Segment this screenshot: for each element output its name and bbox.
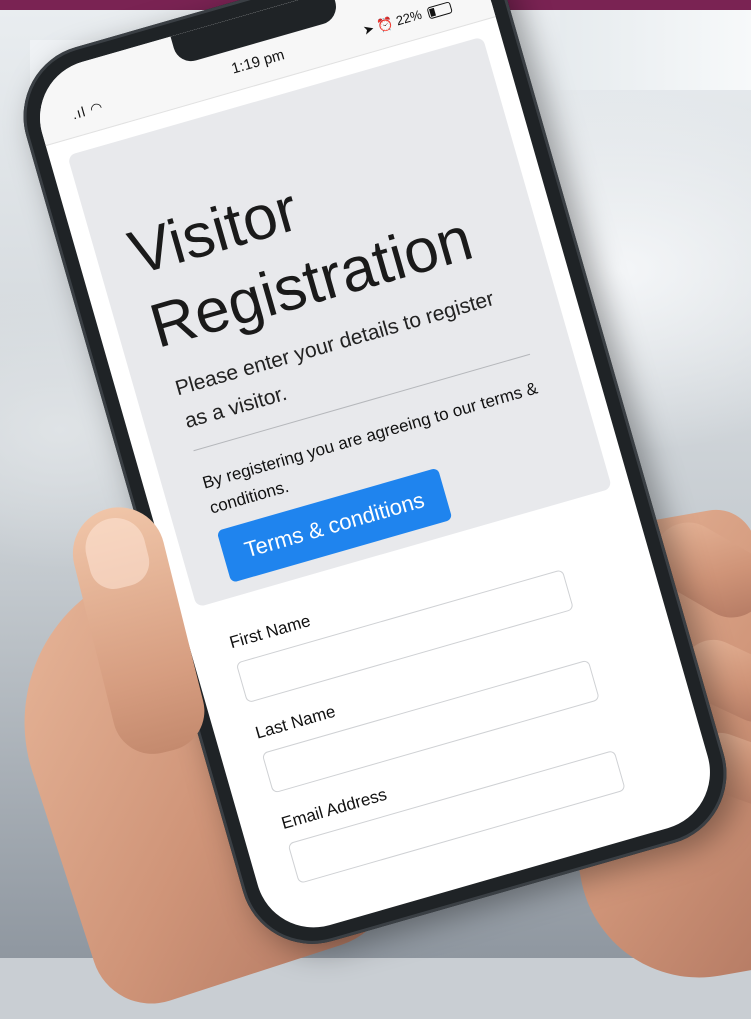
wifi-icon: ◠ [88,98,106,118]
battery-percent: 22% [394,6,424,29]
status-right: ➤ ⏰ 22% [361,0,453,39]
battery-icon [426,0,453,19]
alarm-icon: ⏰ [375,14,395,34]
signal-wifi-indicator: .ıl ◠ [70,98,105,123]
thumb-nail [79,511,155,595]
location-icon: ➤ [361,20,376,38]
background-window [560,10,751,90]
status-time: 1:19 pm [229,46,287,78]
signal-icon: .ıl [70,103,88,123]
registration-form: First Name Last Name Email Address [227,529,670,905]
